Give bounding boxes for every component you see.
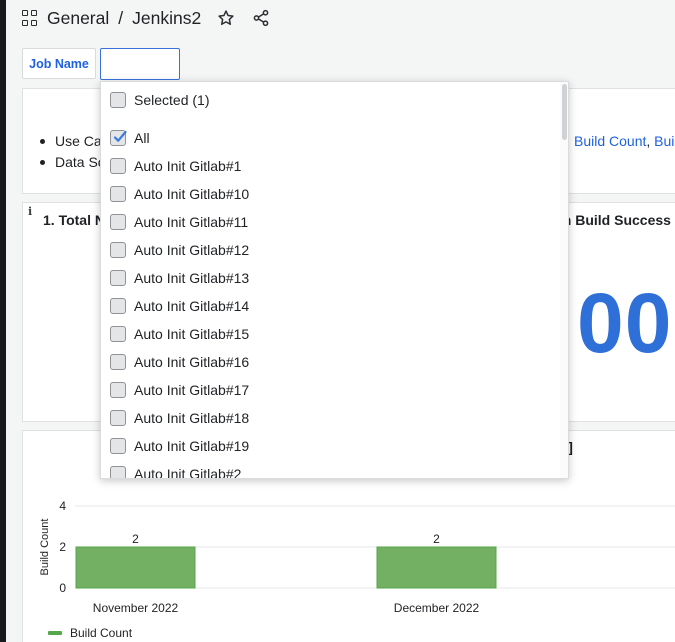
dropdown-option[interactable]: Auto Init Gitlab#15 (101, 320, 249, 348)
checkbox[interactable] (110, 466, 126, 478)
breadcrumb-dashboard[interactable]: Jenkins2 (132, 8, 201, 29)
dropdown-option[interactable]: Auto Init Gitlab#14 (101, 292, 249, 320)
checkbox[interactable] (110, 298, 126, 314)
panel-title[interactable]: an Build Success (555, 212, 671, 228)
checkbox[interactable] (110, 326, 126, 342)
job-name-label: Job Name (22, 48, 96, 79)
dashboard-header: General / Jenkins2 (6, 0, 675, 36)
checkbox[interactable] (110, 438, 126, 454)
dropdown-option[interactable]: Auto Init Gitlab#18 (101, 404, 249, 432)
checkbox[interactable] (110, 158, 126, 174)
checkbox[interactable] (110, 354, 126, 370)
bar (75, 546, 196, 589)
y-axis-label: Build Count (39, 519, 51, 576)
y-tick-label: 4 (59, 499, 66, 513)
option-label: Auto Init Gitlab#19 (134, 438, 250, 454)
build-count-link[interactable]: Build Count (574, 133, 646, 149)
data-label: 2 (433, 532, 440, 546)
panel-title[interactable]: 1. Total N (43, 212, 105, 228)
x-tick-label: November 2022 (93, 601, 179, 615)
metric-links: Build Count, Buil (574, 131, 675, 152)
checkbox-checked[interactable] (110, 130, 127, 146)
info-icon[interactable]: i (28, 205, 32, 218)
option-label: Auto Init Gitlab#17 (134, 382, 250, 398)
build-link[interactable]: Buil (654, 133, 675, 149)
dropdown-option[interactable]: Auto Init Gitlab#19 (101, 432, 249, 460)
dropdown-option[interactable]: Auto Init Gitlab#1 (101, 152, 241, 180)
option-label: Auto Init Gitlab#12 (134, 242, 250, 258)
x-tick-label: December 2022 (394, 601, 480, 615)
dropdown-option[interactable]: Auto Init Gitlab#13 (101, 264, 249, 292)
star-icon[interactable] (216, 8, 236, 28)
job-name-select[interactable] (100, 48, 180, 80)
dropdown-option[interactable]: All (101, 124, 150, 152)
option-label: Auto Init Gitlab#15 (134, 326, 250, 342)
option-label: Auto Init Gitlab#10 (134, 186, 250, 202)
checkbox[interactable] (110, 214, 126, 230)
check-icon (113, 130, 127, 142)
scrollbar-thumb[interactable] (562, 84, 567, 140)
chart-legend[interactable]: Build Count (48, 626, 132, 640)
option-label: Auto Init Gitlab#14 (134, 298, 250, 314)
legend-swatch (48, 631, 62, 635)
dropdown-option[interactable]: Auto Init Gitlab#12 (101, 236, 249, 264)
list-item: Data So (39, 152, 106, 173)
y-tick-label: 0 (59, 581, 66, 595)
breadcrumb-folder[interactable]: General (47, 8, 109, 29)
data-label: 2 (132, 532, 139, 546)
option-label: Auto Init Gitlab#2 (134, 466, 242, 479)
option-label: Auto Init Gitlab#11 (134, 214, 249, 230)
dropdown-option[interactable]: Auto Init Gitlab#17 (101, 376, 249, 404)
share-icon[interactable] (251, 8, 271, 28)
job-name-dropdown[interactable]: Selected (1) All Auto Init Gitlab#1 Auto I… (100, 81, 569, 479)
y-tick-label: 2 (59, 540, 66, 554)
window-edge (0, 0, 6, 642)
breadcrumb-separator: / (118, 7, 124, 28)
link-comma: , (646, 133, 651, 149)
option-label: Auto Init Gitlab#18 (134, 410, 250, 426)
option-label: Selected (1) (134, 92, 210, 108)
checkbox[interactable] (110, 92, 126, 108)
checkbox[interactable] (110, 270, 126, 286)
option-label: All (134, 130, 150, 146)
checkbox[interactable] (110, 242, 126, 258)
checkbox[interactable] (110, 186, 126, 202)
text-list: Use Ca Data So (39, 131, 106, 173)
option-label: Auto Init Gitlab#16 (134, 354, 250, 370)
dropdown-option[interactable]: Auto Init Gitlab#10 (101, 180, 249, 208)
dashboards-grid-icon[interactable] (22, 10, 38, 26)
checkbox[interactable] (110, 382, 126, 398)
dropdown-option[interactable]: Auto Init Gitlab#16 (101, 348, 249, 376)
list-item: Use Ca (39, 131, 106, 152)
option-label: Auto Init Gitlab#1 (134, 158, 242, 174)
stat-value: 00 (577, 276, 673, 370)
dropdown-option[interactable]: Auto Init Gitlab#11 (101, 208, 248, 236)
option-label: Auto Init Gitlab#13 (134, 270, 250, 286)
legend-label: Build Count (70, 626, 133, 640)
checkbox[interactable] (110, 410, 126, 426)
dropdown-scrollbar[interactable] (560, 82, 568, 478)
bar (376, 546, 497, 589)
selected-count-option[interactable]: Selected (1) (101, 86, 209, 114)
dropdown-option[interactable]: Auto Init Gitlab#2 (101, 460, 242, 479)
